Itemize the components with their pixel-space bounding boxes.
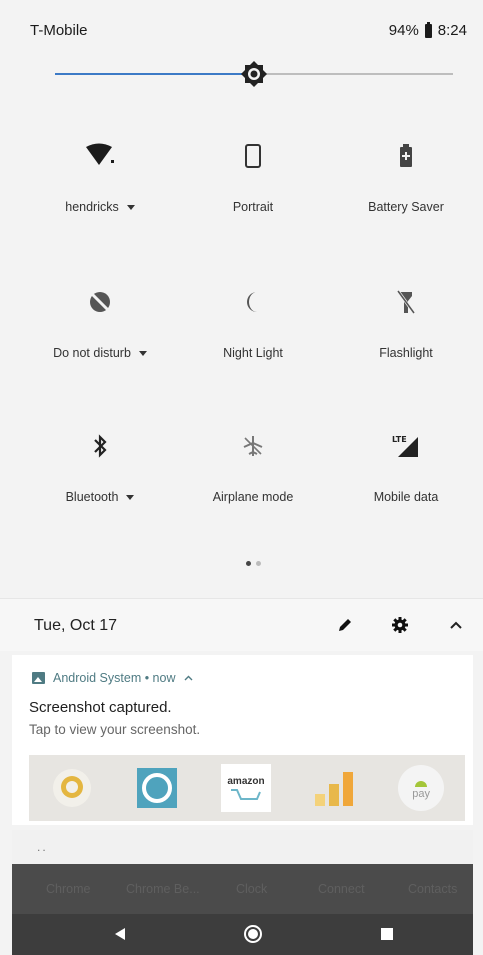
tile-flashlight[interactable]: Flashlight bbox=[326, 286, 483, 396]
tile-label: Bluetooth bbox=[65, 490, 119, 504]
portrait-icon bbox=[237, 140, 269, 172]
wifi-icon bbox=[84, 140, 116, 172]
battery-saver-icon bbox=[390, 140, 422, 172]
tile-battery-saver[interactable]: Battery Saver bbox=[326, 140, 483, 250]
app-label: Chrome bbox=[46, 882, 91, 896]
tile-airplane-mode[interactable]: Airplane mode bbox=[173, 430, 333, 540]
back-icon[interactable] bbox=[108, 922, 132, 946]
date-label: Tue, Oct 17 bbox=[34, 617, 117, 634]
airplane-icon bbox=[237, 430, 269, 462]
tile-label: Night Light bbox=[223, 346, 283, 360]
android-pay-icon: pay bbox=[398, 765, 445, 811]
more-notifications-indicator: .. bbox=[37, 840, 48, 854]
tile-night-light[interactable]: Night Light bbox=[173, 286, 333, 396]
notification-shelf[interactable]: .. bbox=[12, 830, 473, 864]
tile-label: Do not disturb bbox=[53, 346, 131, 360]
screenshot-preview[interactable]: amazon pay bbox=[29, 755, 465, 821]
tile-do-not-disturb[interactable]: Do not disturb bbox=[20, 286, 180, 396]
notification-title: Screenshot captured. bbox=[29, 699, 172, 716]
alexa-icon bbox=[135, 766, 179, 810]
allo-icon bbox=[50, 766, 94, 810]
tile-wifi[interactable]: hendricks bbox=[20, 140, 180, 250]
tile-portrait[interactable]: Portrait bbox=[173, 140, 333, 250]
app-label: Clock bbox=[236, 882, 268, 896]
clock: 8:24 bbox=[437, 22, 467, 39]
notification-text: Tap to view your screenshot. bbox=[29, 722, 201, 737]
tile-label: Portrait bbox=[232, 200, 274, 214]
do-not-disturb-icon bbox=[84, 286, 116, 318]
brightness-slider[interactable] bbox=[55, 60, 453, 88]
amazon-icon: amazon bbox=[220, 764, 271, 812]
chevron-down-icon[interactable] bbox=[126, 495, 135, 501]
tile-mobile-data[interactable]: LTE Mobile data bbox=[326, 430, 483, 540]
page-dot bbox=[256, 561, 261, 566]
status-bar: T-Mobile 94% 8:24 bbox=[0, 0, 483, 46]
tile-label: Battery Saver bbox=[368, 200, 444, 214]
recents-icon[interactable] bbox=[375, 922, 399, 946]
navigation-bar bbox=[12, 914, 473, 955]
amazon-icon-text: amazon bbox=[227, 775, 265, 787]
tile-label: Mobile data bbox=[373, 490, 439, 504]
date-row: Tue, Oct 17 bbox=[0, 598, 483, 651]
notification-header: Android System • now bbox=[32, 671, 193, 685]
mobile-data-icon: LTE bbox=[390, 430, 422, 462]
settings-gear-icon[interactable] bbox=[388, 613, 412, 637]
tile-label: hendricks bbox=[65, 200, 119, 214]
night-light-icon bbox=[237, 286, 269, 318]
app-drawer-labels: Chrome Chrome Be... Clock Connect Contac… bbox=[12, 864, 473, 914]
app-label: Contacts bbox=[408, 882, 458, 896]
tile-label: Airplane mode bbox=[212, 490, 294, 504]
screenshot-notification[interactable]: Android System • now Screenshot captured… bbox=[12, 655, 473, 825]
brightness-track-empty bbox=[254, 73, 453, 75]
edit-icon[interactable] bbox=[333, 613, 357, 637]
app-label: Chrome Be... bbox=[126, 882, 200, 896]
battery-percent: 94% bbox=[388, 22, 419, 39]
expand-chevron-icon[interactable] bbox=[184, 675, 193, 681]
image-icon bbox=[32, 672, 45, 684]
battery-icon bbox=[424, 21, 432, 38]
bluetooth-icon bbox=[84, 430, 116, 462]
page-dot-active bbox=[246, 561, 251, 566]
flashlight-icon bbox=[390, 286, 422, 318]
pay-label: pay bbox=[412, 788, 431, 800]
carrier-label: T-Mobile bbox=[30, 22, 88, 39]
status-right: 94% 8:24 bbox=[388, 21, 467, 39]
collapse-chevron-icon[interactable] bbox=[444, 613, 468, 637]
notification-app-name: Android System • now bbox=[53, 671, 176, 685]
chevron-down-icon[interactable] bbox=[138, 351, 147, 357]
chevron-down-icon[interactable] bbox=[126, 205, 135, 211]
analytics-icon bbox=[313, 766, 357, 810]
app-label: Connect bbox=[318, 882, 365, 896]
brightness-track-filled bbox=[55, 73, 254, 75]
page-indicator bbox=[246, 561, 261, 566]
tile-bluetooth[interactable]: Bluetooth bbox=[20, 430, 180, 540]
tile-label: Flashlight bbox=[379, 346, 433, 360]
home-icon[interactable] bbox=[241, 922, 265, 946]
brightness-icon[interactable] bbox=[240, 60, 268, 88]
lte-badge: LTE bbox=[392, 435, 407, 444]
